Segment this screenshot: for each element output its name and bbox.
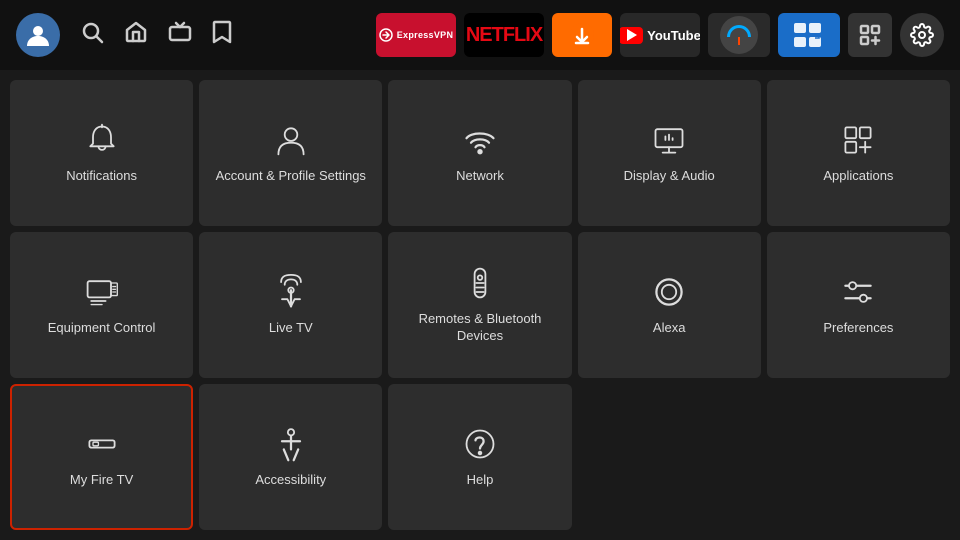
tile-myfiretv[interactable]: My Fire TV bbox=[10, 384, 193, 530]
display-icon bbox=[651, 122, 687, 158]
tile-equipment[interactable]: Equipment Control bbox=[10, 232, 193, 378]
sliders-icon bbox=[840, 274, 876, 310]
wifi-icon bbox=[462, 122, 498, 158]
remote-icon bbox=[462, 265, 498, 301]
tile-livetv[interactable]: Live TV bbox=[199, 232, 382, 378]
tile-display-audio-label: Display & Audio bbox=[624, 168, 715, 185]
tile-myfiretv-label: My Fire TV bbox=[70, 472, 133, 489]
netflix-label: NETFLIX bbox=[466, 24, 542, 47]
apps-bar: ExpressVPN NETFLIX YouTube bbox=[376, 13, 944, 57]
apps-icon bbox=[840, 122, 876, 158]
tile-account-label: Account & Profile Settings bbox=[216, 168, 366, 185]
tile-accessibility-label: Accessibility bbox=[255, 472, 326, 489]
accessibility-icon bbox=[273, 426, 309, 462]
tv-icon[interactable] bbox=[168, 20, 192, 50]
tile-network-label: Network bbox=[456, 168, 504, 185]
tile-network[interactable]: Network bbox=[388, 80, 571, 226]
antenna-icon bbox=[273, 274, 309, 310]
bookmark-icon[interactable] bbox=[212, 20, 232, 50]
app-netflix[interactable]: NETFLIX bbox=[464, 13, 544, 57]
tile-alexa-label: Alexa bbox=[653, 320, 686, 337]
tile-equipment-label: Equipment Control bbox=[48, 320, 156, 337]
tile-applications[interactable]: Applications bbox=[767, 80, 950, 226]
tile-account[interactable]: Account & Profile Settings bbox=[199, 80, 382, 226]
tile-empty-2 bbox=[767, 384, 950, 530]
youtube-logo bbox=[620, 27, 643, 44]
bell-icon bbox=[84, 122, 120, 158]
person-icon bbox=[273, 122, 309, 158]
avatar[interactable] bbox=[16, 13, 60, 57]
home-icon[interactable] bbox=[124, 20, 148, 50]
app-youtube[interactable]: YouTube bbox=[620, 13, 700, 57]
app-add[interactable] bbox=[848, 13, 892, 57]
tile-livetv-label: Live TV bbox=[269, 320, 313, 337]
youtube-play-icon bbox=[627, 29, 637, 41]
app-es[interactable] bbox=[778, 13, 840, 57]
tile-preferences-label: Preferences bbox=[823, 320, 893, 337]
tile-notifications-label: Notifications bbox=[66, 168, 137, 185]
tile-remotes-label: Remotes & Bluetooth Devices bbox=[398, 311, 561, 345]
tile-alexa[interactable]: Alexa bbox=[578, 232, 761, 378]
settings-button[interactable] bbox=[900, 13, 944, 57]
tile-notifications[interactable]: Notifications bbox=[10, 80, 193, 226]
tile-remotes[interactable]: Remotes & Bluetooth Devices bbox=[388, 232, 571, 378]
firetv-icon bbox=[84, 426, 120, 462]
tile-display-audio[interactable]: Display & Audio bbox=[578, 80, 761, 226]
help-icon bbox=[462, 426, 498, 462]
tile-accessibility[interactable]: Accessibility bbox=[199, 384, 382, 530]
search-icon[interactable] bbox=[80, 20, 104, 50]
tile-help-label: Help bbox=[467, 472, 494, 489]
tile-help[interactable]: Help bbox=[388, 384, 571, 530]
app-speedtest[interactable] bbox=[708, 13, 770, 57]
app-expressvpn[interactable]: ExpressVPN bbox=[376, 13, 456, 57]
youtube-label: YouTube bbox=[647, 28, 700, 43]
settings-grid: Notifications Account & Profile Settings… bbox=[0, 70, 960, 540]
tile-preferences[interactable]: Preferences bbox=[767, 232, 950, 378]
nav-left bbox=[16, 13, 232, 57]
speedtest-icon bbox=[720, 16, 758, 54]
app-downloader[interactable] bbox=[552, 13, 612, 57]
tile-empty-1 bbox=[578, 384, 761, 530]
tile-applications-label: Applications bbox=[823, 168, 893, 185]
alexa-icon bbox=[651, 274, 687, 310]
monitor-icon bbox=[84, 274, 120, 310]
top-bar: ExpressVPN NETFLIX YouTube bbox=[0, 0, 960, 70]
